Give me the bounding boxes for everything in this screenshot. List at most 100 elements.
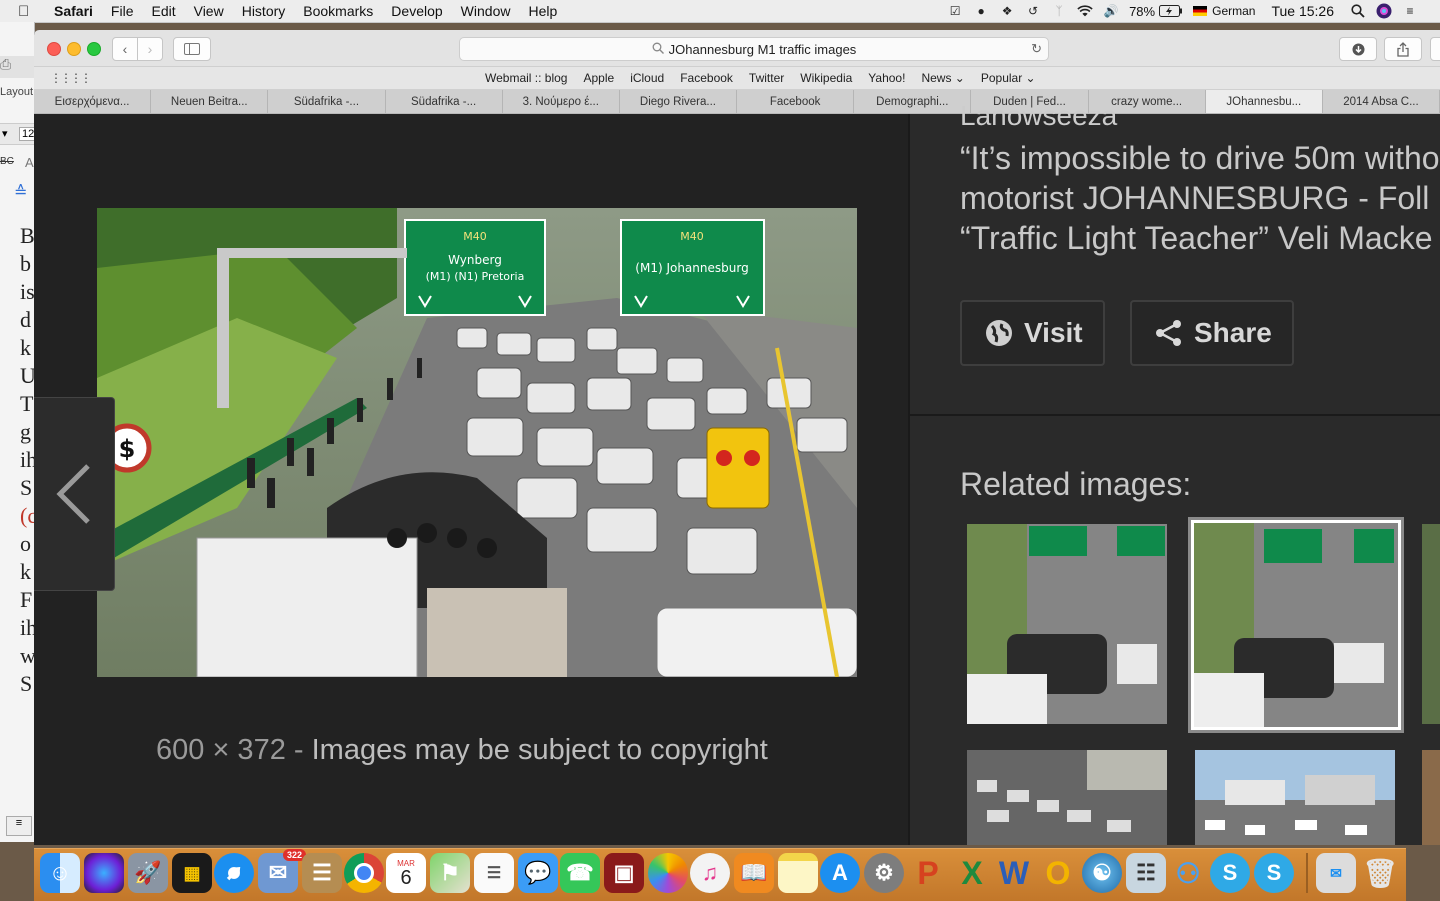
favorite-item[interactable]: Popular ⌄ [981,71,1036,85]
tab[interactable]: Demographi... [854,90,972,113]
site-name[interactable]: Lanowseeza [960,100,1117,132]
input-language[interactable]: German [1212,4,1255,18]
german-flag-icon[interactable] [1193,6,1208,16]
related-image-thumb-selected[interactable] [1188,517,1404,733]
contacts-icon[interactable]: ☰ [302,853,342,893]
related-image-thumb[interactable] [967,524,1167,724]
favorite-item[interactable]: Facebook [680,71,733,85]
tab[interactable]: 2014 Absa C... [1323,90,1440,113]
launchpad-icon[interactable]: 🚀 [128,853,168,893]
favorite-item[interactable]: News ⌄ [921,71,964,85]
share-button[interactable] [1384,37,1422,61]
new-tab-button[interactable] [1430,37,1440,61]
forward-button[interactable]: › [137,37,163,61]
menu-file[interactable]: File [111,3,134,19]
menu-bookmarks[interactable]: Bookmarks [303,3,373,19]
close-window-button[interactable] [47,42,61,56]
ibooks-icon[interactable]: 📖 [734,853,774,893]
menu-history[interactable]: History [242,3,286,19]
spotlight-search-icon[interactable] [1350,4,1366,18]
menu-edit[interactable]: Edit [151,3,175,19]
facetime-icon[interactable]: ☎ [560,853,600,893]
minimize-window-button[interactable] [67,42,81,56]
dropbox-icon[interactable]: ❖ [999,4,1015,18]
network-diagnostics-icon[interactable]: ☷ [1126,853,1166,893]
app-store-icon[interactable]: A [820,853,860,893]
favorite-item[interactable]: Webmail :: blog [485,71,567,85]
dashboard-icon[interactable]: ▦ [172,853,212,893]
reminders-icon[interactable]: ☰ [474,853,514,893]
print-icon[interactable]: ⎙ [0,56,34,78]
menu-help[interactable]: Help [528,3,557,19]
downloads-button[interactable] [1339,37,1377,61]
favorite-item[interactable]: Apple [583,71,614,85]
reload-icon[interactable]: ↻ [1031,41,1042,57]
tab-active[interactable]: JOhannesbu... [1205,90,1323,113]
menu-app[interactable]: Safari [54,3,93,19]
outlook-icon[interactable]: O [1038,853,1078,893]
siri-icon[interactable] [1376,3,1392,19]
sidebar-toggle-button[interactable] [173,37,211,61]
menu-develop[interactable]: Develop [391,3,442,19]
tab[interactable]: 3. Νούμερο έ... [503,90,620,113]
safari-dock-icon[interactable]: ➚ [214,853,254,893]
volume-icon[interactable]: 🔊 [1103,4,1119,18]
related-image-thumb[interactable] [1422,524,1440,724]
tab[interactable]: Südafrika -... [386,90,503,113]
notification-center-icon[interactable]: ≡ [1402,4,1418,18]
clock[interactable]: Tue 15:26 [1271,3,1334,19]
previous-image-button[interactable] [34,397,115,591]
skype-business-icon[interactable]: S [1254,853,1294,893]
apple-menu-icon[interactable]:  [18,3,40,20]
related-image-thumb[interactable] [1195,750,1395,845]
visit-button[interactable]: Visit [960,300,1105,366]
tab[interactable]: Diego Rivera... [620,90,738,113]
maps-icon[interactable]: ⚑ [430,853,470,893]
related-image-thumb[interactable] [967,750,1167,845]
calendar-icon[interactable]: MAR 6 [386,853,426,893]
photo-booth-icon[interactable]: ▣ [604,853,644,893]
menu-view[interactable]: View [194,3,224,19]
copyright-text[interactable]: Images may be subject to copyright [312,734,768,766]
zoom-window-button[interactable] [87,42,101,56]
people-icon[interactable]: ⚇ [1168,853,1208,893]
menu-window[interactable]: Window [461,3,511,19]
skype-icon[interactable]: S [1210,853,1250,893]
tab[interactable]: Südafrika -... [268,90,386,113]
tab[interactable]: Neuen Beitra... [151,90,269,113]
excel-icon[interactable]: X [952,853,992,893]
top-sites-grid-icon[interactable]: ⋮⋮⋮⋮ [50,71,92,85]
favorite-item[interactable]: Twitter [749,71,784,85]
time-machine-icon[interactable]: ↺ [1025,4,1041,18]
checkbox-status-icon[interactable]: ☑ [947,4,963,18]
system-preferences-icon[interactable]: ⚙ [864,853,904,893]
photos-icon[interactable] [648,853,688,893]
finder-icon[interactable]: ☺ [40,853,80,893]
address-bar[interactable]: JOhannesburg M1 traffic images ↻ [459,37,1049,61]
favorite-item[interactable]: Yahoo! [868,71,905,85]
globe-network-icon[interactable]: ☯ [1082,853,1122,893]
share-image-button[interactable]: Share [1130,300,1294,366]
main-traffic-photo[interactable]: M40 Wynberg (M1) (N1) Pretoria M40 (M1) … [97,208,857,677]
favorite-item[interactable]: Wikipedia [800,71,852,85]
image-title[interactable]: “It’s impossible to drive 50m witho moto… [960,138,1440,258]
notes-icon[interactable] [778,853,818,893]
powerpoint-icon[interactable]: P [908,853,948,893]
font-color-button[interactable]: A [25,155,34,170]
mail-stamp-icon[interactable]: ✉ 322 [258,849,306,893]
tab[interactable]: Εισερχόμενα... [34,90,152,113]
word-icon[interactable]: W [994,853,1034,893]
trash-icon[interactable]: 🗑 [1360,853,1400,893]
back-button[interactable]: ‹ [112,37,138,61]
chrome-icon[interactable] [344,853,384,893]
tab[interactable]: Facebook [737,90,855,113]
related-image-thumb[interactable] [1422,750,1440,845]
skype-status-icon[interactable]: ● [973,4,989,18]
font-size-field[interactable]: 12 [19,127,34,141]
wifi-icon[interactable] [1077,4,1093,18]
battery-percent[interactable]: 78% [1129,4,1155,19]
list-view-icon[interactable]: ≡ [6,816,32,836]
bluetooth-icon[interactable]: ᛉ [1051,4,1067,18]
messages-icon[interactable]: 💬 [518,853,558,893]
downloads-stack-icon[interactable]: ✉ [1316,853,1356,893]
